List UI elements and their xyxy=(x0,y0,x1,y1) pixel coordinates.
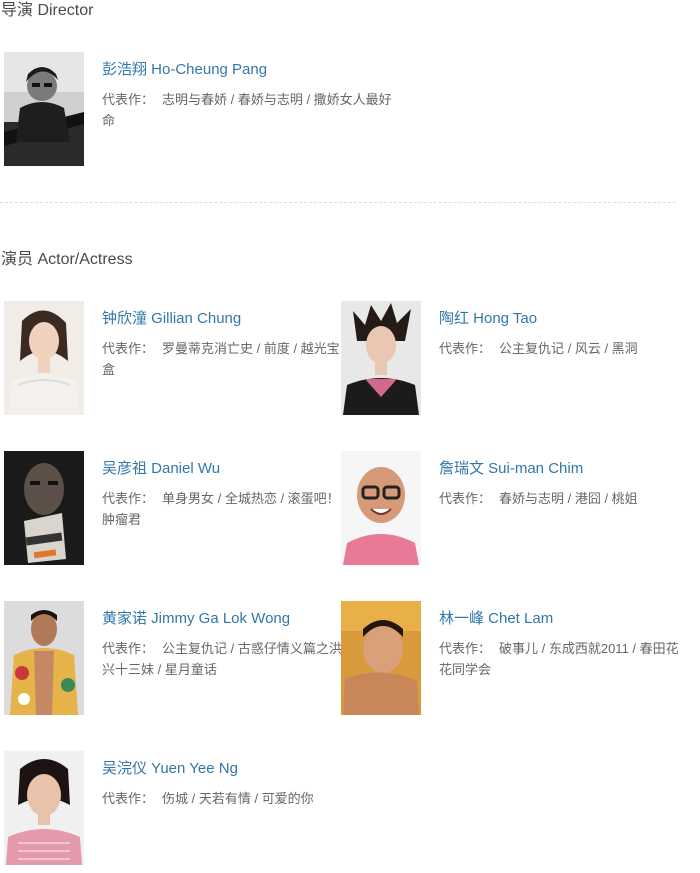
works-label: 代表作： xyxy=(102,791,155,806)
actor-section-title: 演员 Actor/Actress xyxy=(1,251,133,268)
actor-name[interactable]: 黄家诺 Jimmy Ga Lok Wong xyxy=(102,609,290,629)
actor-works: 代表作： 破事儿 / 东成西就2011 / 春田花花同学会 xyxy=(439,638,679,680)
director-photo[interactable] xyxy=(4,52,84,166)
actor-works: 代表作： 公主复仇记 / 古惑仔情义篇之洪兴十三妹 / 星月童话 xyxy=(102,638,342,680)
actor-works: 代表作： 罗曼蒂克消亡史 / 前度 / 越光宝盒 xyxy=(102,338,342,380)
director-name[interactable]: 彭浩翔 Ho-Cheung Pang xyxy=(102,60,267,80)
works-label: 代表作： xyxy=(439,491,492,506)
actor-name[interactable]: 林一峰 Chet Lam xyxy=(439,609,553,629)
actor-works: 代表作： 单身男女 / 全城热恋 / 滚蛋吧！肿瘤君 xyxy=(102,488,342,530)
works-label: 代表作： xyxy=(102,641,155,656)
actor-photo[interactable] xyxy=(341,301,421,415)
actor-photo[interactable] xyxy=(341,451,421,565)
actor-works: 代表作： 伤城 / 天若有情 / 可爱的你 xyxy=(102,788,342,809)
section-divider xyxy=(0,202,676,203)
actor-name[interactable]: 吴彦祖 Daniel Wu xyxy=(102,459,220,479)
actor-photo[interactable] xyxy=(4,601,84,715)
works-label: 代表作： xyxy=(102,92,155,107)
actor-photo[interactable] xyxy=(4,751,84,865)
works-label: 代表作： xyxy=(439,341,492,356)
works-label: 代表作： xyxy=(102,491,155,506)
actor-photo[interactable] xyxy=(341,601,421,715)
works-list: 春娇与志明 / 港囧 / 桃姐 xyxy=(499,491,638,506)
director-works: 代表作： 志明与春娇 / 春娇与志明 / 撒娇女人最好命 xyxy=(102,89,402,131)
works-label: 代表作： xyxy=(102,341,155,356)
actor-photo[interactable] xyxy=(4,301,84,415)
actor-works: 代表作： 春娇与志明 / 港囧 / 桃姐 xyxy=(439,488,679,509)
works-list: 公主复仇记 / 风云 / 黑洞 xyxy=(499,341,638,356)
actor-name[interactable]: 钟欣潼 Gillian Chung xyxy=(102,309,241,329)
director-section-title: 导演 Director xyxy=(1,2,94,19)
works-label: 代表作： xyxy=(439,641,492,656)
actor-name[interactable]: 詹瑞文 Sui-man Chim xyxy=(439,459,583,479)
actor-photo[interactable] xyxy=(4,451,84,565)
actor-name[interactable]: 陶红 Hong Tao xyxy=(439,309,537,329)
works-list: 伤城 / 天若有情 / 可爱的你 xyxy=(162,791,314,806)
actor-works: 代表作： 公主复仇记 / 风云 / 黑洞 xyxy=(439,338,679,359)
actor-name[interactable]: 吴浣仪 Yuen Yee Ng xyxy=(102,759,238,779)
